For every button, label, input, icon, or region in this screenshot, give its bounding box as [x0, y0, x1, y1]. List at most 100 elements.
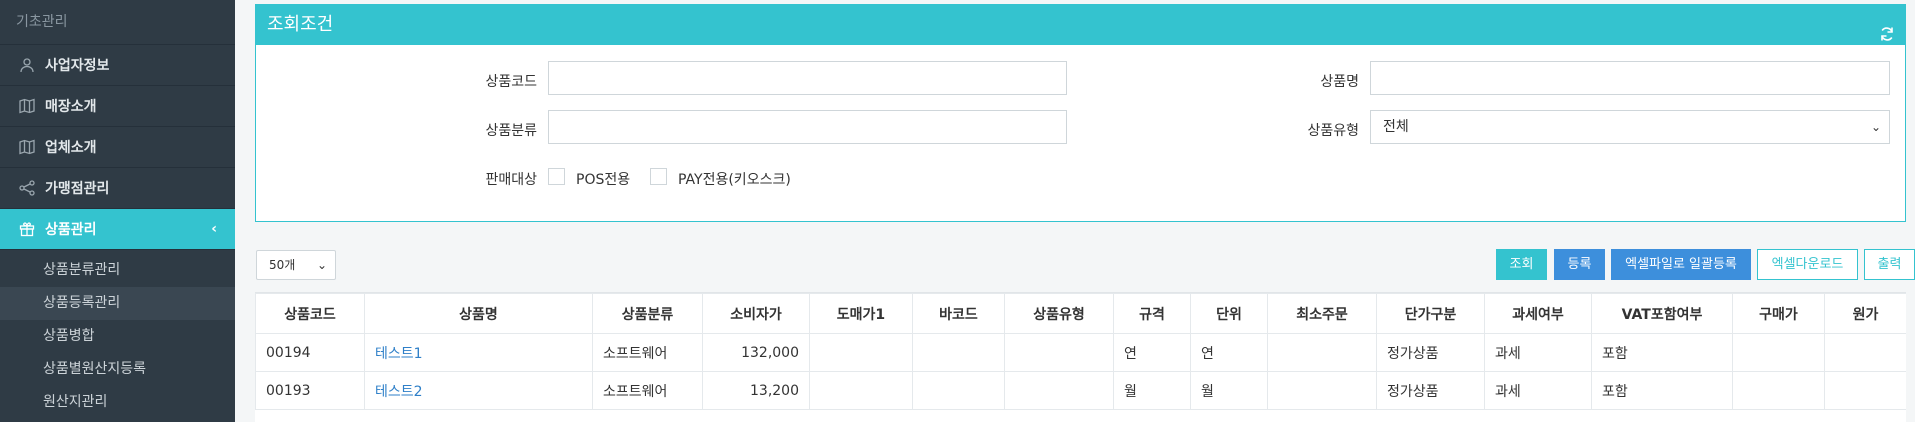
column-header[interactable]: 도매가1: [809, 293, 913, 334]
cell-wholesale-price: [809, 371, 913, 410]
sidebar-item-label: 매장소개: [45, 99, 97, 115]
column-header[interactable]: 구매가: [1732, 293, 1825, 334]
column-header[interactable]: 단가구분: [1376, 293, 1485, 334]
sidebar-item-label: 사업자정보: [45, 58, 110, 74]
page-size-value: 50개: [269, 258, 296, 272]
refresh-icon[interactable]: [1879, 17, 1895, 41]
share-icon: [18, 179, 36, 197]
cell-cost: [1824, 371, 1906, 410]
pos-only-checkbox[interactable]: [548, 168, 565, 185]
product-category-input[interactable]: [548, 110, 1067, 144]
column-header[interactable]: 바코드: [912, 293, 1005, 334]
cell-product-code: 00194: [255, 333, 365, 372]
column-header[interactable]: 과세여부: [1484, 293, 1592, 334]
column-header[interactable]: VAT포함여부: [1591, 293, 1733, 334]
map-icon: [18, 97, 36, 115]
pay-only-checkbox[interactable]: [650, 168, 667, 185]
map-icon: [18, 138, 36, 156]
cell-product-name-link[interactable]: 테스트1: [364, 333, 593, 372]
cell-cost: [1824, 333, 1906, 372]
column-header[interactable]: 규격: [1113, 293, 1191, 334]
column-header[interactable]: 상품분류: [592, 293, 703, 334]
cell-purchase-price: [1732, 371, 1825, 410]
user-icon: [18, 56, 36, 74]
submenu-item-product-category[interactable]: 상품분류관리: [0, 254, 235, 287]
chevron-down-icon: ⌄: [316, 258, 327, 272]
product-type-select[interactable]: 전체 ⌄: [1370, 110, 1890, 144]
chevron-down-icon: ⌄: [1870, 120, 1881, 134]
table-row[interactable]: 00194 테스트1 소프트웨어 132,000 연 연 정가상품 과세 포함: [255, 333, 1906, 372]
sidebar-section-title: 기초관리: [0, 0, 235, 45]
cell-barcode: [912, 371, 1005, 410]
sidebar-item-label: 가맹점관리: [45, 181, 110, 197]
sidebar-item-franchise[interactable]: 가맹점관리: [0, 168, 235, 209]
column-header[interactable]: 단위: [1190, 293, 1268, 334]
sidebar-item-product-management[interactable]: 상품관리 ‹: [0, 209, 235, 250]
cell-barcode: [912, 333, 1005, 372]
cell-unit: 월: [1190, 371, 1268, 410]
column-header[interactable]: 최소주문: [1267, 293, 1377, 334]
sidebar-item-label: 업체소개: [45, 140, 97, 156]
chevron-left-icon: ‹: [211, 221, 217, 237]
product-table: 상품코드 상품명 상품분류 소비자가 도매가1 바코드 상품유형 규격 단위 최…: [255, 292, 1906, 422]
column-header[interactable]: 소비자가: [702, 293, 810, 334]
search-panel-title: 조회조건: [267, 14, 334, 35]
sidebar-item-label: 상품관리: [45, 222, 97, 238]
print-button[interactable]: 출력: [1864, 249, 1915, 280]
cell-category: 소프트웨어: [592, 333, 703, 372]
search-button[interactable]: 조회: [1496, 249, 1547, 280]
cell-retail-price: 13,200: [702, 371, 810, 410]
product-type-label: 상품유형: [1307, 123, 1359, 139]
cell-retail-price: 132,000: [702, 333, 810, 372]
sidebar: 기초관리 사업자정보 매장소개 업체소개 가맹점관리 상품관리 ‹ 상품분류관리…: [0, 0, 235, 422]
table-row[interactable]: 00193 테스트2 소프트웨어 13,200 월 월 정가상품 과세 포함: [255, 371, 1906, 410]
column-header[interactable]: 상품유형: [1004, 293, 1114, 334]
cell-purchase-price: [1732, 333, 1825, 372]
excel-bulk-register-button[interactable]: 엑셀파일로 일괄등록: [1611, 249, 1751, 280]
product-code-label: 상품코드: [485, 74, 537, 90]
product-type-value: 전체: [1383, 119, 1409, 135]
table-header-row: 상품코드 상품명 상품분류 소비자가 도매가1 바코드 상품유형 규격 단위 최…: [255, 293, 1906, 334]
submenu-item-product-registration[interactable]: 상품등록관리: [0, 287, 235, 320]
gift-icon: [18, 220, 36, 238]
pay-only-label: PAY전용(키오스크): [678, 172, 791, 188]
cell-wholesale-price: [809, 333, 913, 372]
column-header[interactable]: 상품명: [364, 293, 593, 334]
cell-taxable: 과세: [1484, 371, 1592, 410]
sidebar-item-store-intro[interactable]: 매장소개: [0, 86, 235, 127]
cell-spec: 월: [1113, 371, 1191, 410]
cell-taxable: 과세: [1484, 333, 1592, 372]
product-category-label: 상품분류: [485, 123, 537, 139]
register-button[interactable]: 등록: [1554, 249, 1605, 280]
cell-unit: 연: [1190, 333, 1268, 372]
submenu-item-origin-by-product[interactable]: 상품별원산지등록: [0, 353, 235, 386]
cell-vat-included: 포함: [1591, 371, 1733, 410]
sidebar-submenu: 상품분류관리 상품등록관리 상품병합 상품별원산지등록 원산지관리: [0, 250, 235, 419]
cell-min-order: [1267, 333, 1377, 372]
cell-category: 소프트웨어: [592, 371, 703, 410]
search-panel: 조회조건 상품코드 상품명 상품분류 상품유형 전체 ⌄ 판매대상 POS전용 …: [255, 4, 1906, 222]
column-header[interactable]: 원가: [1824, 293, 1906, 334]
excel-download-button[interactable]: 엑셀다운로드: [1757, 249, 1858, 280]
cell-price-type: 정가상품: [1376, 371, 1485, 410]
product-name-input[interactable]: [1370, 61, 1890, 95]
page-size-select[interactable]: 50개 ⌄: [256, 250, 336, 280]
sidebar-item-business-info[interactable]: 사업자정보: [0, 45, 235, 86]
cell-spec: 연: [1113, 333, 1191, 372]
main-content: 조회조건 상품코드 상품명 상품분류 상품유형 전체 ⌄ 판매대상 POS전용 …: [235, 0, 1915, 422]
cell-vat-included: 포함: [1591, 333, 1733, 372]
product-name-label: 상품명: [1320, 74, 1359, 90]
submenu-item-origin-management[interactable]: 원산지관리: [0, 386, 235, 419]
sales-target-label: 판매대상: [485, 172, 537, 188]
sidebar-item-company-intro[interactable]: 업체소개: [0, 127, 235, 168]
product-code-input[interactable]: [548, 61, 1067, 95]
cell-product-type: [1004, 371, 1114, 410]
cell-product-code: 00193: [255, 371, 365, 410]
column-header[interactable]: 상품코드: [255, 293, 365, 334]
pos-only-label: POS전용: [576, 172, 631, 188]
cell-price-type: 정가상품: [1376, 333, 1485, 372]
search-panel-header: 조회조건: [256, 5, 1905, 45]
cell-min-order: [1267, 371, 1377, 410]
submenu-item-product-merge[interactable]: 상품병합: [0, 320, 235, 353]
cell-product-name-link[interactable]: 테스트2: [364, 371, 593, 410]
